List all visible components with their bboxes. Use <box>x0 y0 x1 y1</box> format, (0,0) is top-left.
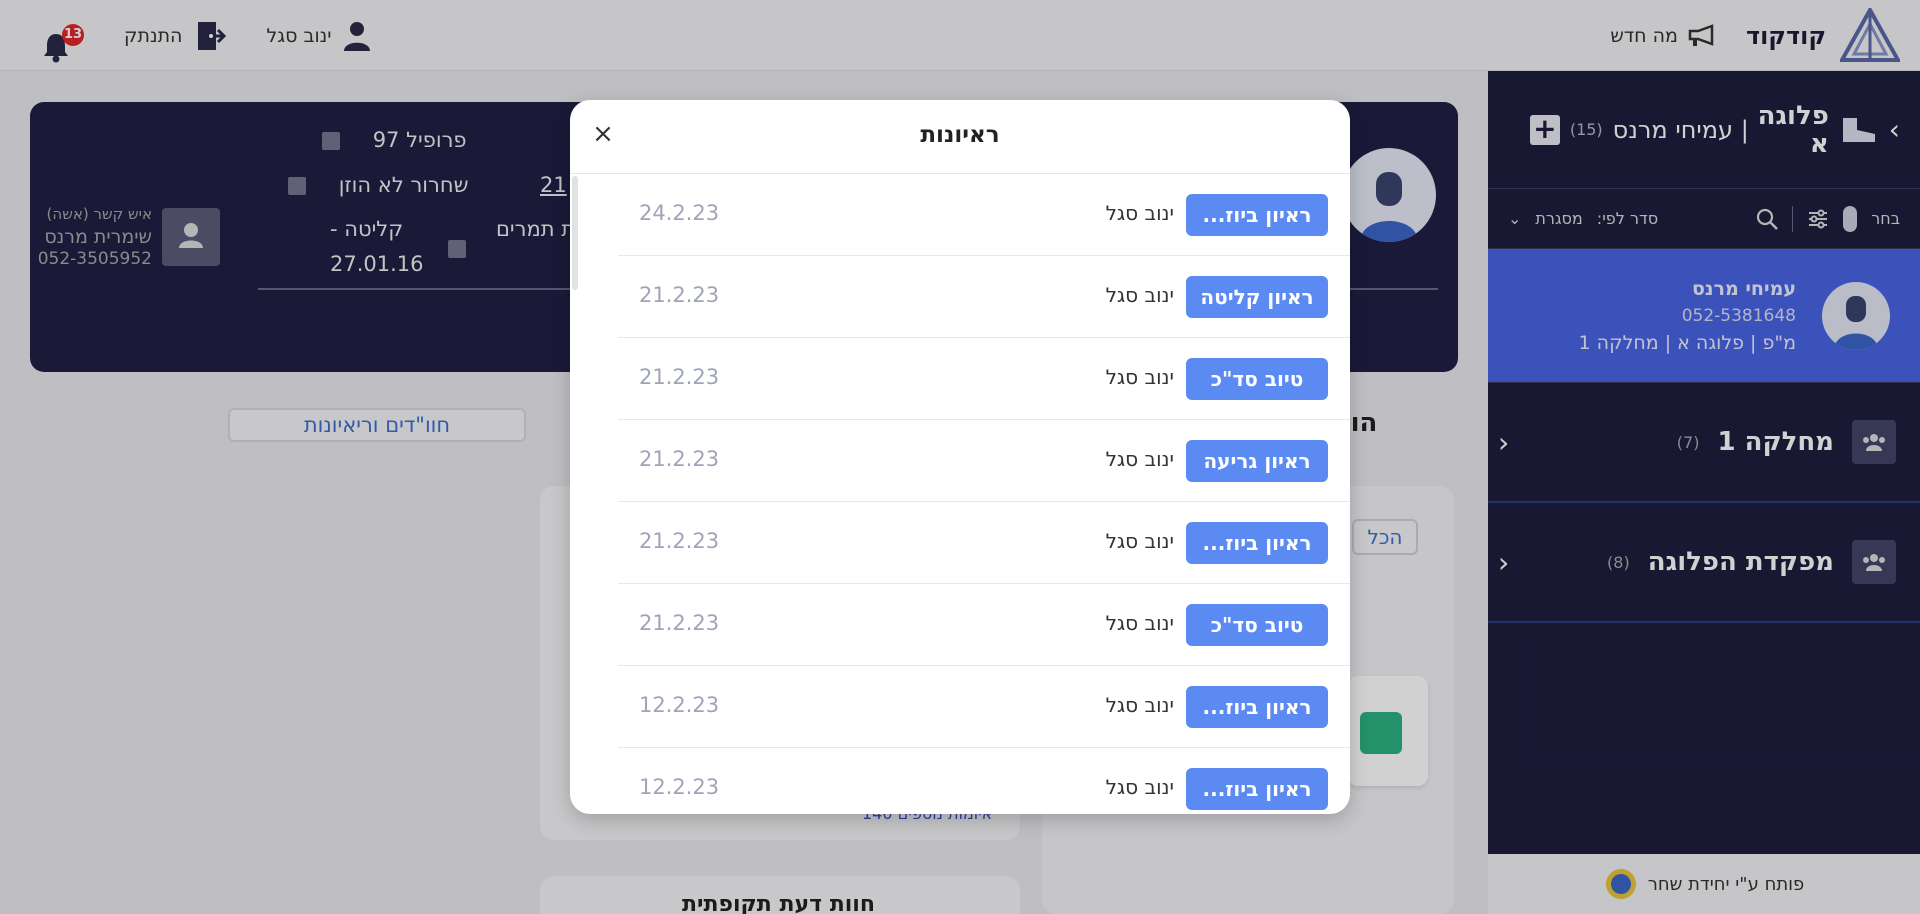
interview-date: 21.2.23 <box>639 283 720 307</box>
close-button[interactable]: × <box>588 120 618 150</box>
interview-type-badge[interactable]: טיוב סד"כ <box>1186 604 1328 646</box>
interviewer-name: ינוב סגל <box>1105 283 1174 307</box>
interview-date: 21.2.23 <box>639 611 720 635</box>
modal-title: ראיונות <box>920 122 1000 148</box>
interview-date: 21.2.23 <box>639 529 720 553</box>
interviewer-name: ינוב סגל <box>1105 693 1174 717</box>
interview-date: 21.2.23 <box>639 365 720 389</box>
list-item[interactable]: 12.2.23 ינוב סגל ראיון ביוז... <box>618 666 1350 748</box>
interview-type-badge[interactable]: ראיון ביוז... <box>1186 768 1328 810</box>
list-item[interactable]: 21.2.23 ינוב סגל ראיון גריעה <box>618 420 1350 502</box>
interview-type-badge[interactable]: טיוב סד"כ <box>1186 358 1328 400</box>
interview-date: 12.2.23 <box>639 693 720 717</box>
interviewer-name: ינוב סגל <box>1105 447 1174 471</box>
interviewer-name: ינוב סגל <box>1105 529 1174 553</box>
interviewer-name: ינוב סגל <box>1105 365 1174 389</box>
list-item[interactable]: 21.2.23 ינוב סגל ראיון ביוז... <box>618 502 1350 584</box>
interview-date: 12.2.23 <box>639 775 720 799</box>
interview-type-badge[interactable]: ראיון קליטה <box>1186 276 1328 318</box>
interviewer-name: ינוב סגל <box>1105 611 1174 635</box>
interview-type-badge[interactable]: ראיון ביוז... <box>1186 686 1328 728</box>
list-item[interactable]: 12.2.23 ינוב סגל ראיון ביוז... <box>618 748 1350 814</box>
interviews-list: 24.2.23 ינוב סגל ראיון ביוז... 21.2.23 י… <box>618 174 1350 814</box>
modal-header: ראיונות × <box>570 100 1350 174</box>
close-icon: × <box>592 119 614 149</box>
list-item[interactable]: 21.2.23 ינוב סגל טיוב סד"כ <box>618 338 1350 420</box>
list-item[interactable]: 24.2.23 ינוב סגל ראיון ביוז... <box>618 174 1350 256</box>
interview-type-badge[interactable]: ראיון ביוז... <box>1186 194 1328 236</box>
interviews-modal: ראיונות × 24.2.23 ינוב סגל ראיון ביוז...… <box>570 100 1350 814</box>
interview-date: 21.2.23 <box>639 447 720 471</box>
scrollbar[interactable] <box>572 176 578 290</box>
interview-date: 24.2.23 <box>639 201 720 225</box>
interviewer-name: ינוב סגל <box>1105 775 1174 799</box>
interview-type-badge[interactable]: ראיון ביוז... <box>1186 522 1328 564</box>
interview-type-badge[interactable]: ראיון גריעה <box>1186 440 1328 482</box>
list-item[interactable]: 21.2.23 ינוב סגל טיוב סד"כ <box>618 584 1350 666</box>
interviewer-name: ינוב סגל <box>1105 201 1174 225</box>
list-item[interactable]: 21.2.23 ינוב סגל ראיון קליטה <box>618 256 1350 338</box>
